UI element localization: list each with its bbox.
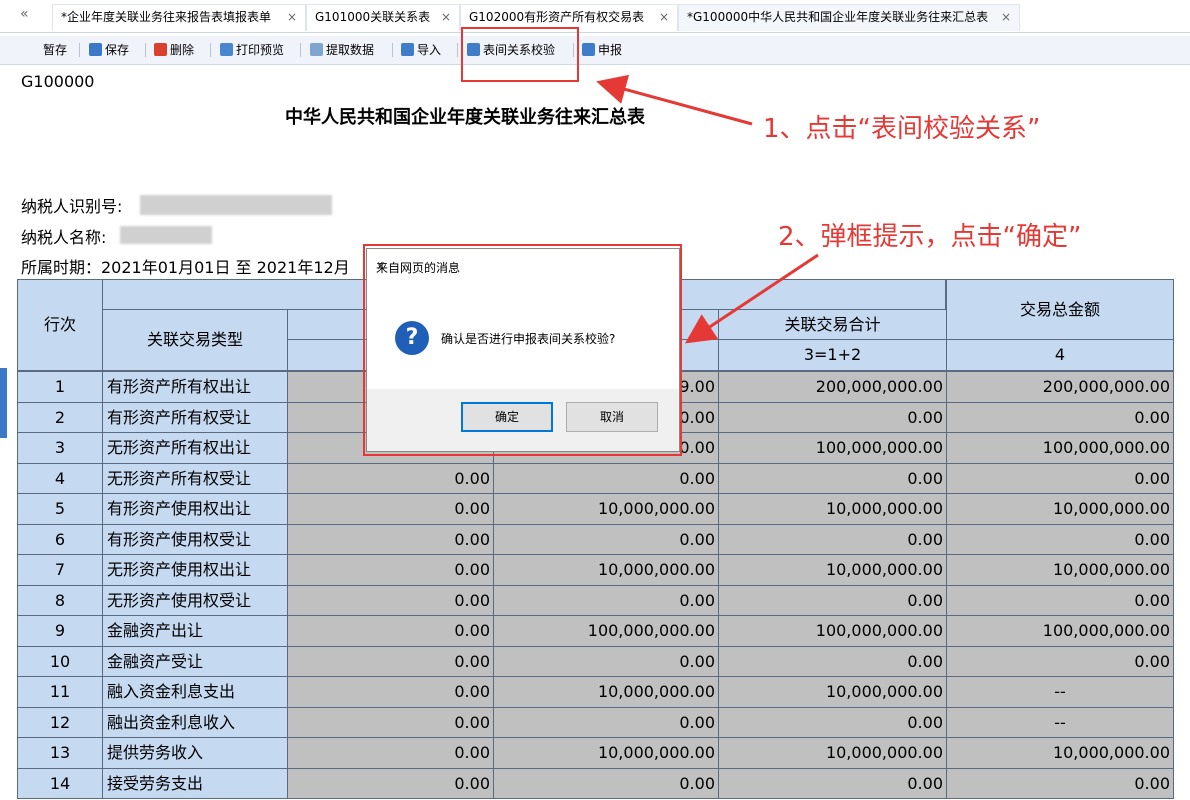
arrow-to-cross-check [596, 74, 753, 126]
confirm-dialog: 来自网页的消息 ✕ ? 确认是否进行申报表间关系校验? 确定 取消 [366, 248, 680, 452]
annotation-step2: 2、弹框提示，点击“确定” [778, 222, 1082, 252]
close-icon[interactable]: ✕ [376, 259, 667, 273]
arrow-to-dialog [685, 253, 819, 344]
question-icon: ? [395, 321, 429, 355]
cancel-button[interactable]: 取消 [566, 402, 658, 432]
annotation-step1: 1、点击“表间校验关系” [763, 114, 1041, 144]
dialog-message: 确认是否进行申报表间关系校验? [441, 332, 616, 346]
ok-button[interactable]: 确定 [461, 402, 553, 432]
dialog-titlebar: 来自网页的消息 ✕ [367, 249, 679, 287]
dialog-body: ? 确认是否进行申报表间关系校验? [367, 287, 679, 389]
